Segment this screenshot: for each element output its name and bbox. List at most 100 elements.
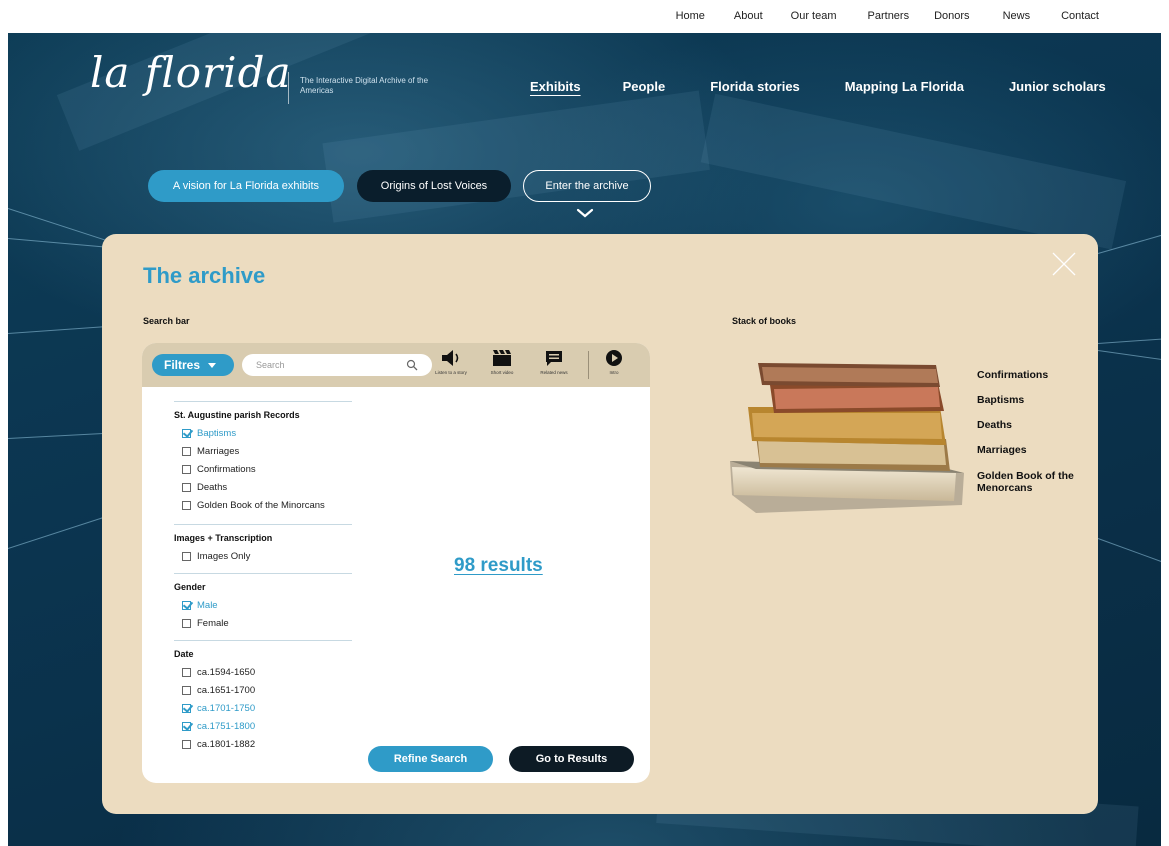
filter-divider — [174, 573, 352, 574]
main-nav-florida-stories[interactable]: Florida stories — [710, 79, 800, 94]
book-label-golden-book[interactable]: Golden Book of the Menorcans — [977, 470, 1077, 494]
stack-of-books-image[interactable] — [726, 355, 966, 520]
related-news-caption: Related news — [540, 370, 568, 375]
nav-link-contact[interactable]: Contact — [1061, 10, 1099, 22]
checkbox[interactable] — [182, 685, 191, 695]
nav-link-our-team[interactable]: Our team — [791, 10, 837, 22]
filter-label: Baptisms — [197, 427, 237, 439]
checkbox[interactable] — [182, 667, 191, 677]
caret-down-icon — [208, 362, 217, 368]
checkbox[interactable] — [182, 482, 191, 492]
book-label-confirmations[interactable]: Confirmations — [977, 369, 1048, 381]
book-label-marriages[interactable]: Marriages — [977, 444, 1027, 456]
filter-list: St. Augustine parish Records Baptisms Ma… — [174, 395, 354, 753]
filter-date-1594[interactable]: ca.1594-1650 — [174, 663, 354, 681]
main-nav-exhibits[interactable]: Exhibits — [530, 79, 581, 94]
search-toolbar: Filtres Search Listen to a story Short v… — [142, 343, 650, 387]
filter-label: ca.1801-1882 — [197, 738, 256, 750]
chevron-down-icon[interactable] — [576, 208, 594, 218]
filter-label: ca.1751-1800 — [197, 720, 256, 732]
checkbox[interactable] — [182, 428, 191, 438]
checkbox[interactable] — [182, 500, 191, 510]
nav-link-donors[interactable]: Donors — [934, 10, 969, 22]
utility-bar: Home About Our team Partners Donors News… — [0, 0, 1169, 33]
search-icon[interactable] — [406, 359, 418, 371]
filter-golden-book[interactable]: Golden Book of the Minorcans — [174, 496, 354, 514]
logo-divider — [288, 72, 289, 104]
filtres-label: Filtres — [164, 358, 201, 372]
refine-search-button[interactable]: Refine Search — [368, 746, 493, 772]
filter-marriages[interactable]: Marriages — [174, 442, 354, 460]
vision-pill[interactable]: A vision for La Florida exhibits — [148, 170, 344, 202]
listen-story-caption: Listen to a story — [435, 370, 467, 375]
nav-link-about[interactable]: About — [734, 10, 763, 22]
filter-divider — [174, 401, 352, 402]
close-icon[interactable] — [1052, 252, 1076, 276]
filter-label: ca.1651-1700 — [197, 684, 256, 696]
clapperboard-icon — [493, 350, 511, 366]
logo-script-text: la florida — [90, 48, 292, 97]
filter-label: Golden Book of the Minorcans — [197, 499, 325, 511]
book-label-baptisms[interactable]: Baptisms — [977, 394, 1024, 406]
book-label-deaths[interactable]: Deaths — [977, 419, 1012, 431]
filter-label: Female — [197, 617, 229, 629]
filter-male[interactable]: Male — [174, 596, 354, 614]
filter-heading-gender: Gender — [174, 582, 206, 592]
play-icon — [606, 350, 622, 366]
filter-date-1801[interactable]: ca.1801-1882 — [174, 735, 354, 753]
filter-date-1651[interactable]: ca.1651-1700 — [174, 681, 354, 699]
filter-deaths[interactable]: Deaths — [174, 478, 354, 496]
checkbox[interactable] — [182, 721, 191, 731]
speaker-icon — [442, 350, 459, 366]
short-video-caption: Short video — [490, 370, 514, 375]
checkbox[interactable] — [182, 551, 191, 561]
filtres-dropdown[interactable]: Filtres — [152, 354, 234, 376]
checkbox[interactable] — [182, 464, 191, 474]
search-card: Filtres Search Listen to a story Short v… — [142, 343, 650, 783]
filter-heading-parish: St. Augustine parish Records — [174, 410, 300, 420]
search-bar-label: Search bar — [143, 316, 190, 326]
listen-story-tool[interactable]: Listen to a story — [426, 349, 476, 375]
filter-divider — [174, 524, 352, 525]
filter-confirmations[interactable]: Confirmations — [174, 460, 354, 478]
filter-label: Images Only — [197, 550, 251, 562]
intro-tool[interactable]: Intro — [589, 349, 639, 375]
related-news-tool[interactable]: Related news — [529, 349, 579, 375]
logo-tagline: The Interactive Digital Archive of the A… — [300, 76, 429, 95]
checkbox[interactable] — [182, 739, 191, 749]
panel-title: The archive — [143, 263, 266, 288]
checkbox[interactable] — [182, 618, 191, 628]
filter-label: ca.1701-1750 — [197, 702, 256, 714]
filter-female[interactable]: Female — [174, 614, 354, 632]
filter-label: Deaths — [197, 481, 228, 493]
filter-heading-images: Images + Transcription — [174, 533, 273, 543]
filter-heading-date: Date — [174, 649, 194, 659]
origins-pill[interactable]: Origins of Lost Voices — [357, 170, 511, 202]
enter-archive-pill[interactable]: Enter the archive — [523, 170, 651, 202]
checkbox[interactable] — [182, 703, 191, 713]
checkbox[interactable] — [182, 446, 191, 456]
filter-date-1751[interactable]: ca.1751-1800 — [174, 717, 354, 735]
results-count-link[interactable]: 98 results — [454, 555, 543, 577]
filter-label: ca.1594-1650 — [197, 666, 256, 678]
main-nav-people[interactable]: People — [623, 79, 666, 94]
filter-divider — [174, 640, 352, 641]
checkbox[interactable] — [182, 600, 191, 610]
filter-date-1701[interactable]: ca.1701-1750 — [174, 699, 354, 717]
stack-of-books-label: Stack of books — [732, 316, 797, 326]
filter-images-only[interactable]: Images Only — [174, 547, 354, 565]
filter-label: Confirmations — [197, 463, 256, 475]
nav-link-news[interactable]: News — [1003, 10, 1031, 22]
short-video-tool[interactable]: Short video — [477, 349, 527, 375]
filter-label: Male — [197, 599, 218, 611]
search-input[interactable]: Search — [242, 354, 432, 376]
main-nav-mapping[interactable]: Mapping La Florida — [845, 79, 964, 94]
main-nav-junior-scholars[interactable]: Junior scholars — [1009, 79, 1106, 94]
nav-link-partners[interactable]: Partners — [868, 10, 910, 22]
site-logo[interactable]: la florida — [90, 48, 292, 97]
go-to-results-button[interactable]: Go to Results — [509, 746, 634, 772]
filter-baptisms[interactable]: Baptisms — [174, 424, 354, 442]
nav-link-home[interactable]: Home — [676, 10, 705, 22]
chat-icon — [546, 351, 562, 366]
main-nav: Exhibits People Florida stories Mapping … — [530, 79, 1106, 94]
